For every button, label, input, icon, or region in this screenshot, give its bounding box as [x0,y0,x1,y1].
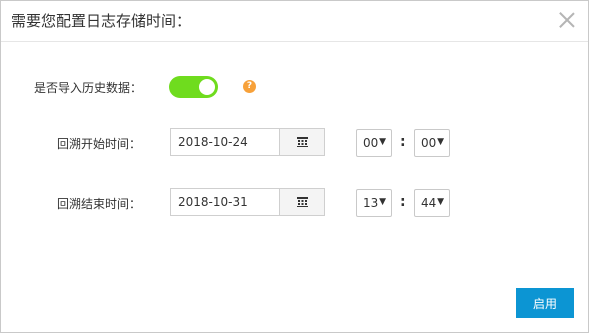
dialog-title: 需要您配置日志存储时间： [11,12,192,30]
start-hour-value: 00 [363,136,379,150]
chevron-down-icon: ▼ [437,197,444,207]
start-minute-value: 00 [421,136,437,150]
dialog-header: 需要您配置日志存储时间： [1,1,588,42]
end-calendar-button[interactable] [279,188,325,216]
enable-button[interactable]: 启用 [516,288,574,318]
chevron-down-icon: ▼ [379,137,386,147]
time-separator: : [400,134,406,150]
calendar-icon [297,197,308,207]
end-minute-value: 44 [421,196,437,210]
chevron-down-icon: ▼ [437,137,444,147]
import-history-toggle[interactable] [169,76,218,98]
end-hour-select[interactable]: 13 ▼ [356,189,392,217]
end-minute-select[interactable]: 44 ▼ [414,189,450,217]
end-hour-value: 13 [363,196,379,210]
start-date-input[interactable] [170,128,279,156]
chevron-down-icon: ▼ [379,197,386,207]
start-hour-select[interactable]: 00 ▼ [356,129,392,157]
toggle-knob [199,79,215,95]
help-icon[interactable]: ? [243,80,256,93]
end-date-input[interactable] [170,188,279,216]
import-history-label: 是否导入历史数据： [34,81,143,95]
start-time-label: 回溯开始时间： [57,137,142,151]
end-time-label: 回溯结束时间： [57,197,142,211]
time-separator: : [400,194,406,210]
config-dialog: 需要您配置日志存储时间： 是否导入历史数据： ? 回溯开始时间： 00 ▼ : … [0,0,589,333]
start-minute-select[interactable]: 00 ▼ [414,129,450,157]
close-icon[interactable] [556,9,578,31]
calendar-icon [297,137,308,147]
start-calendar-button[interactable] [279,128,325,156]
